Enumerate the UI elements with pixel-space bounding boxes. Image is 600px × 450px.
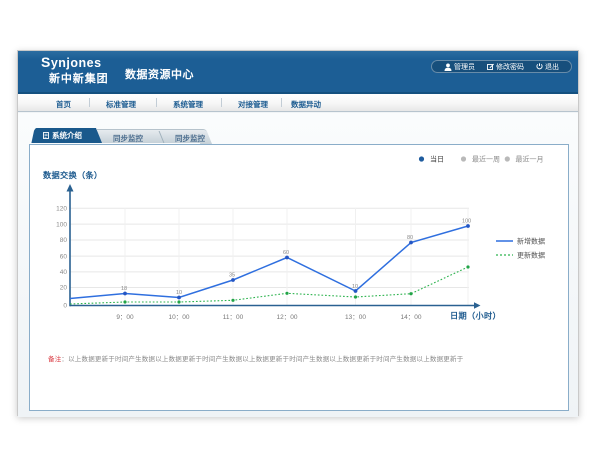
svg-text:最近一周: 最近一周 [472, 155, 500, 164]
svg-text:11：00: 11：00 [223, 314, 244, 321]
svg-text:80: 80 [407, 235, 413, 241]
svg-text:9：00: 9：00 [116, 314, 134, 321]
svg-text:100: 100 [462, 219, 471, 225]
svg-text:13：00: 13：00 [345, 314, 366, 321]
svg-text:35: 35 [229, 273, 235, 279]
svg-text:40: 40 [60, 269, 68, 276]
svg-text:60: 60 [283, 250, 289, 256]
svg-text:60: 60 [60, 253, 68, 260]
svg-text:日期（小时）: 日期（小时） [450, 311, 501, 321]
svg-text:0: 0 [63, 303, 67, 310]
svg-text:14：00: 14：00 [401, 314, 422, 321]
svg-text:数据交换（条）: 数据交换（条） [43, 170, 102, 180]
svg-text:10：00: 10：00 [169, 314, 190, 321]
svg-text:最近一月: 最近一月 [516, 155, 544, 164]
svg-text:更新数据: 更新数据 [517, 251, 545, 260]
svg-text:80: 80 [60, 237, 68, 244]
svg-text:10: 10 [176, 290, 182, 296]
svg-text:18: 18 [121, 286, 127, 292]
svg-text:新增数据: 新增数据 [517, 237, 545, 246]
svg-text:20: 20 [60, 285, 68, 292]
svg-text:当日: 当日 [430, 155, 444, 164]
svg-text:12：00: 12：00 [277, 314, 298, 321]
svg-text:120: 120 [56, 206, 67, 213]
svg-text:100: 100 [56, 221, 67, 228]
svg-text:10: 10 [352, 284, 358, 290]
